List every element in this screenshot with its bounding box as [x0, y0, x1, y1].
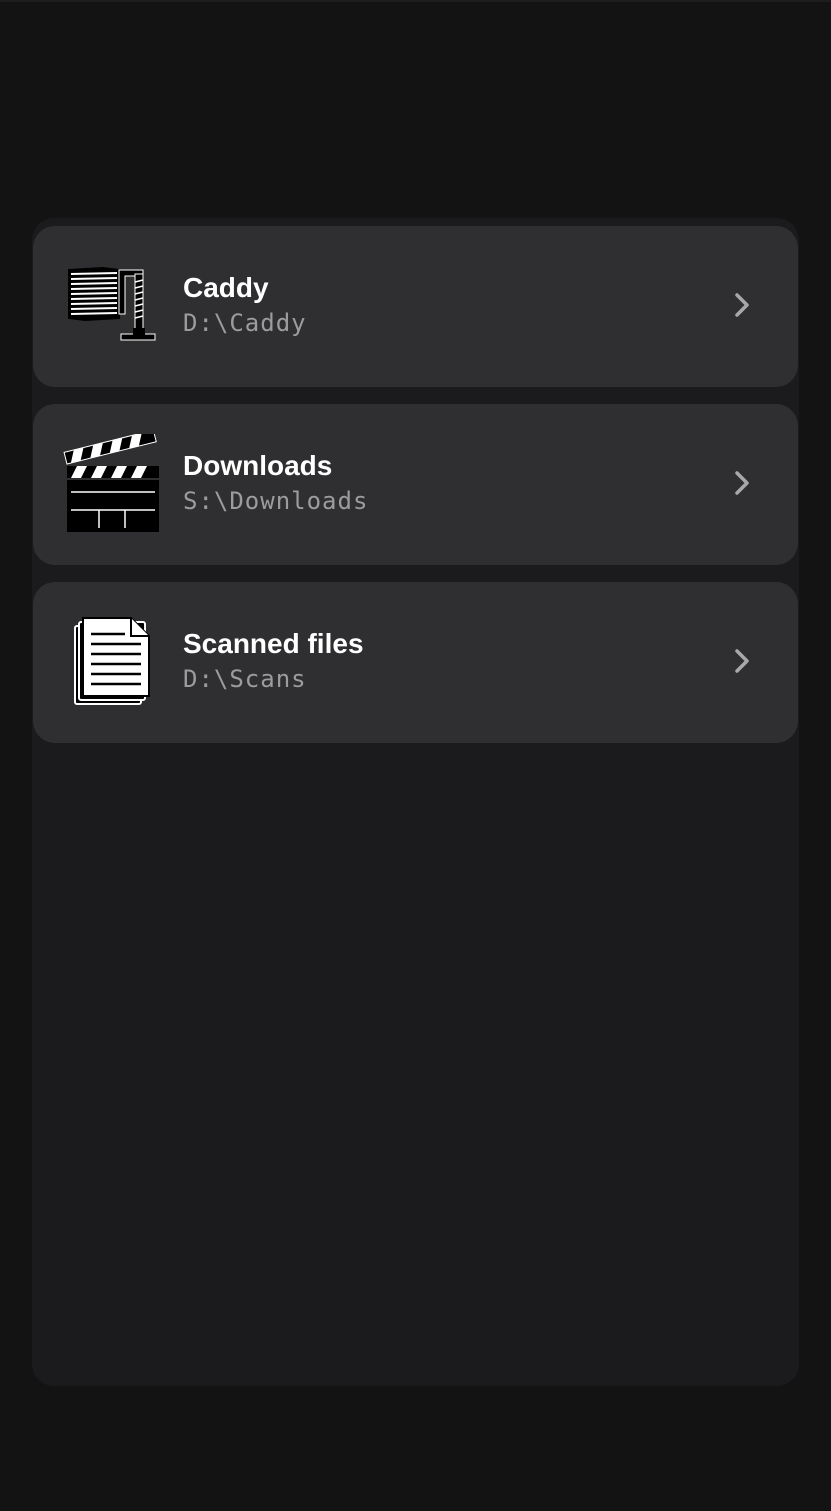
folder-name: Scanned files — [183, 628, 364, 659]
documents-icon — [63, 612, 163, 712]
folder-name: Caddy — [183, 272, 269, 303]
chevron-right-icon — [727, 290, 757, 320]
chevron-right-icon — [727, 468, 757, 498]
folder-name: Downloads — [183, 450, 333, 481]
clapperboard-icon — [63, 434, 163, 534]
folder-item-downloads[interactable]: Downloads S:\Downloads — [33, 404, 798, 565]
folder-path: S:\Downloads — [183, 487, 369, 515]
folder-path: D:\Scans — [183, 665, 307, 693]
folder-item-caddy[interactable]: Caddy D:\Caddy — [33, 226, 798, 387]
screen: Caddy D:\Caddy Downloads S:\Downloads Sc… — [0, 0, 831, 1511]
clamp-stack-icon — [63, 256, 163, 356]
folder-path: D:\Caddy — [183, 309, 307, 337]
folder-item-scanned-files[interactable]: Scanned files D:\Scans — [33, 582, 798, 743]
folder-list-panel — [32, 218, 799, 1386]
status-bar-divider — [0, 0, 831, 2]
chevron-right-icon — [727, 646, 757, 676]
